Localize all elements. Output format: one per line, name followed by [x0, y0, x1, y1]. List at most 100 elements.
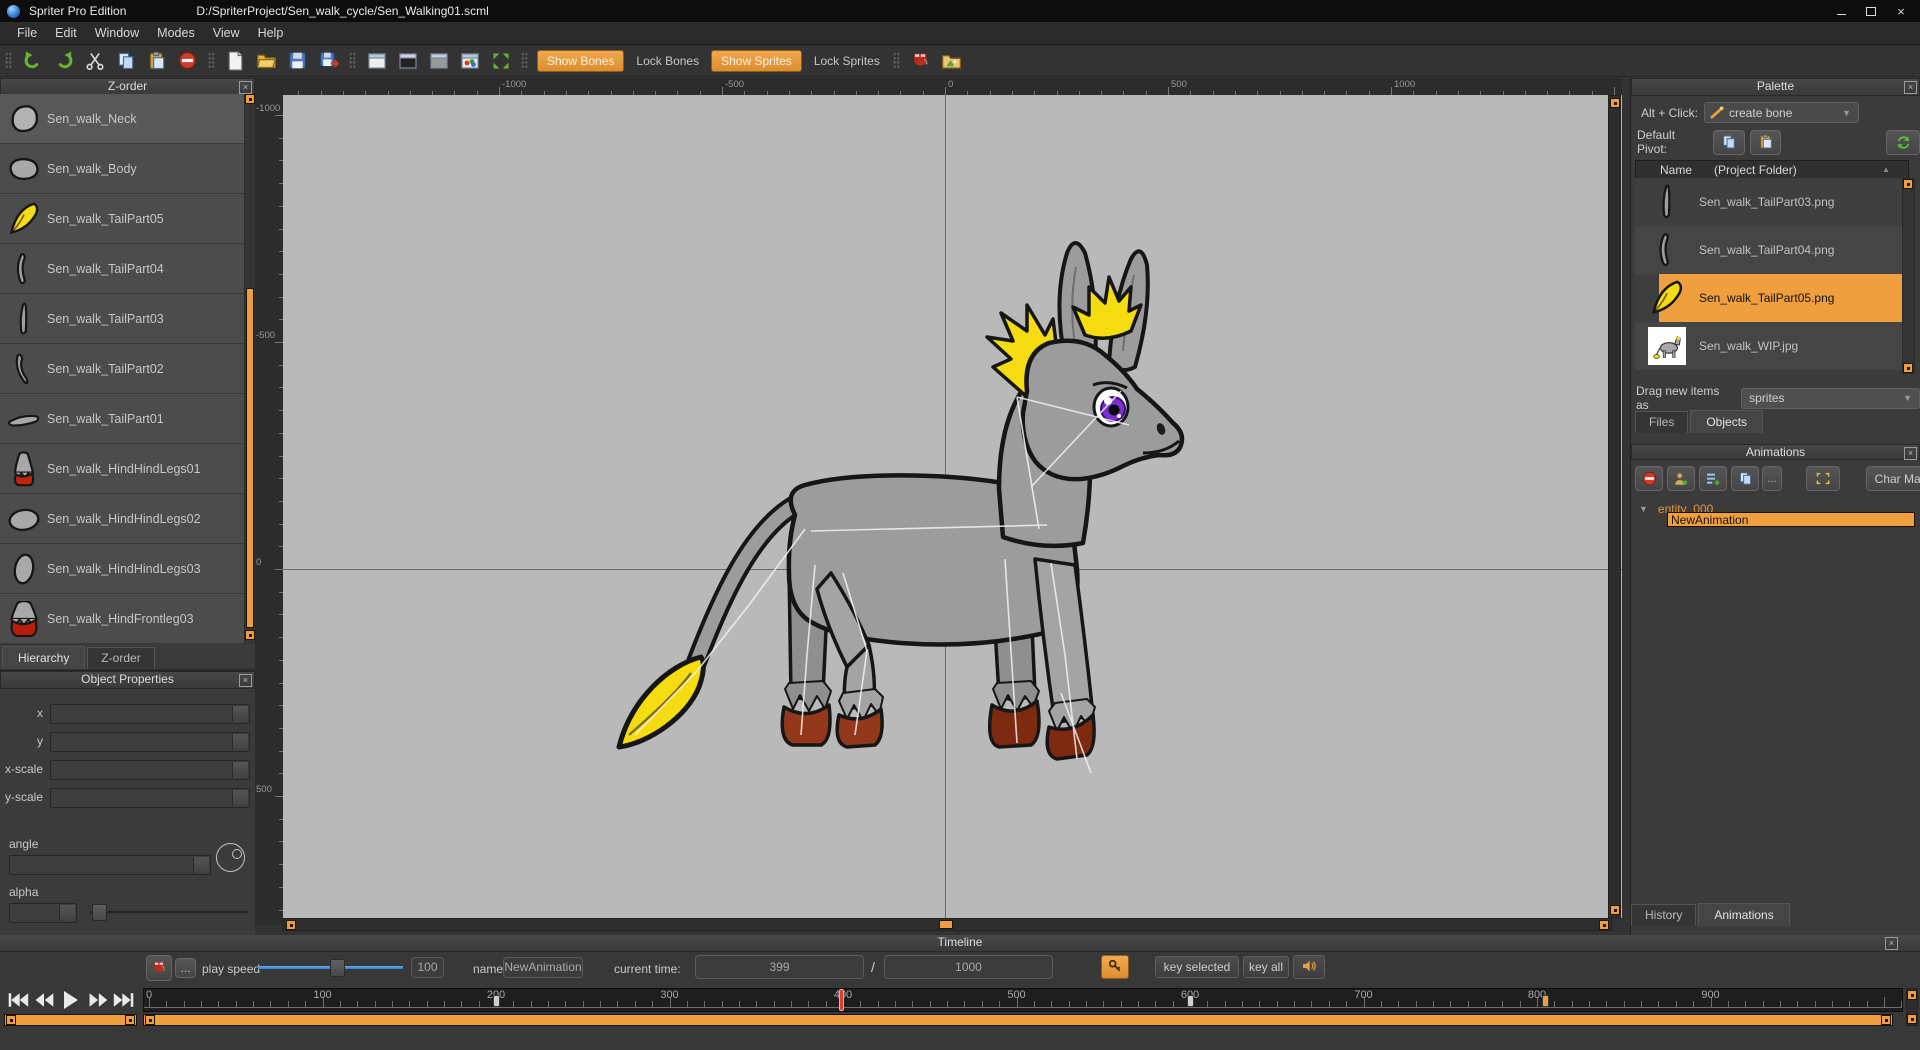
- alpha-slider-track[interactable]: [90, 911, 248, 913]
- current-time-input[interactable]: 399: [695, 955, 864, 979]
- menu-modes[interactable]: Modes: [148, 23, 204, 43]
- timeline-ruler[interactable]: 0100200300400500600700800900: [143, 988, 1903, 1012]
- timeline-close-icon[interactable]: ×: [1885, 937, 1898, 950]
- palette-file-item[interactable]: Sen_walk_TailPart05.png: [1635, 274, 1907, 322]
- toolbar-grip[interactable]: [521, 52, 528, 69]
- zorder-item[interactable]: Sen_walk_HindHindLegs02: [0, 494, 255, 544]
- open-file-button[interactable]: [253, 48, 280, 74]
- fit-view-button[interactable]: [487, 48, 514, 74]
- toolbar-grip[interactable]: [5, 52, 12, 69]
- animations-more-button[interactable]: ...: [1762, 466, 1782, 491]
- char-maps-button[interactable]: Char Maps: [1866, 466, 1920, 491]
- sound-button[interactable]: [1293, 955, 1325, 979]
- auto-key-button[interactable]: [1101, 955, 1129, 979]
- paste-button[interactable]: [143, 48, 170, 74]
- timeline-header[interactable]: Timeline ×: [0, 935, 1920, 952]
- alpha-spinner[interactable]: [59, 905, 75, 921]
- y-scale-spinner[interactable]: [232, 790, 248, 806]
- palette-tab-files[interactable]: Files: [1635, 411, 1688, 433]
- import-images-button[interactable]: [938, 48, 965, 74]
- lock-bones-toggle[interactable]: Lock Bones: [636, 54, 699, 68]
- timeline-playhead[interactable]: [839, 989, 844, 1011]
- zorder-item[interactable]: Sen_walk_TailPart01: [0, 394, 255, 444]
- zorder-item[interactable]: Sen_walk_HindFrontleg03: [0, 594, 255, 644]
- timeline-vertical-scrollbar[interactable]: [1906, 988, 1918, 1026]
- playback-range-left-handle[interactable]: [6, 1015, 16, 1025]
- snapping-button[interactable]: [907, 48, 934, 74]
- window-layout4-button[interactable]: [456, 48, 483, 74]
- menu-help[interactable]: Help: [249, 23, 293, 43]
- key-selected-button[interactable]: key selected: [1155, 956, 1239, 978]
- canvas-horizontal-scrollbar[interactable]: [283, 918, 1612, 931]
- palette-panel-header[interactable]: Palette ×: [1631, 78, 1920, 96]
- alpha-slider-handle[interactable]: [92, 904, 107, 921]
- new-file-button[interactable]: [222, 48, 249, 74]
- menu-file[interactable]: File: [8, 23, 46, 43]
- alt-click-dropdown[interactable]: create bone ▼: [1704, 102, 1859, 123]
- cut-button[interactable]: [81, 48, 108, 74]
- window-layout1-button[interactable]: [363, 48, 390, 74]
- timeline-vscroll-down-button[interactable]: [1907, 1014, 1917, 1024]
- pivot-paste-button[interactable]: [1750, 130, 1782, 155]
- angle-field[interactable]: [9, 855, 211, 875]
- save-as-button[interactable]: [315, 48, 342, 74]
- timeline-key-marker[interactable]: [1187, 995, 1194, 1007]
- file-scroll-down-button[interactable]: [1903, 363, 1913, 373]
- animations-close-icon[interactable]: ×: [1904, 447, 1917, 460]
- palette-file-item[interactable]: Sen_walk_WIP.jpg: [1635, 322, 1907, 370]
- canvas-vertical-scrollbar[interactable]: [1608, 95, 1621, 918]
- toolbar-grip[interactable]: [349, 52, 356, 69]
- redo-button[interactable]: [50, 48, 77, 74]
- zorder-scroll-down-button[interactable]: [245, 630, 255, 640]
- menu-window[interactable]: Window: [86, 23, 148, 43]
- playback-range-right-handle[interactable]: [125, 1015, 135, 1025]
- minimize-button[interactable]: [1826, 0, 1856, 22]
- canvas-hscroll-left-button[interactable]: [286, 920, 296, 930]
- angle-dial[interactable]: [216, 843, 245, 872]
- zorder-close-icon[interactable]: ×: [239, 81, 252, 94]
- lock-sprites-toggle[interactable]: Lock Sprites: [814, 54, 880, 68]
- zorder-scroll-thumb[interactable]: [246, 288, 254, 628]
- zorder-item[interactable]: Sen_walk_TailPart05: [0, 194, 255, 244]
- add-animation-button[interactable]: [1699, 466, 1727, 491]
- zorder-item[interactable]: Sen_walk_HindHindLegs01: [0, 444, 255, 494]
- canvas-character-sprite[interactable]: [619, 243, 1182, 773]
- palette-file-item[interactable]: Sen_walk_TailPart04.png: [1635, 226, 1907, 274]
- canvas-viewport[interactable]: [283, 95, 1622, 918]
- close-button[interactable]: ×: [1886, 0, 1916, 22]
- go-to-start-button[interactable]: [5, 988, 30, 1012]
- alpha-field[interactable]: [9, 903, 77, 923]
- maximize-button[interactable]: [1856, 0, 1886, 22]
- angle-spinner[interactable]: [193, 857, 209, 873]
- zorder-item[interactable]: Sen_walk_Body: [0, 144, 255, 194]
- donkey-hoof[interactable]: [782, 705, 830, 745]
- zorder-scrollbar[interactable]: [244, 94, 255, 644]
- timeline-hscroll-left-handle[interactable]: [145, 1015, 155, 1025]
- sort-arrow-icon[interactable]: ▲: [1882, 165, 1890, 174]
- menu-view[interactable]: View: [204, 23, 249, 43]
- object-properties-header[interactable]: Object Properties ×: [0, 671, 255, 689]
- canvas-hscroll-right-button[interactable]: [1599, 920, 1609, 930]
- zorder-item[interactable]: Sen_walk_TailPart02: [0, 344, 255, 394]
- playback-range-bar[interactable]: [4, 1014, 137, 1026]
- toolbar-grip[interactable]: [893, 52, 900, 69]
- canvas-vscroll-up-button[interactable]: [1610, 98, 1620, 108]
- palette-tab-objects[interactable]: Objects: [1690, 410, 1763, 433]
- play-speed-value[interactable]: 100: [411, 957, 444, 978]
- undo-button[interactable]: [19, 48, 46, 74]
- window-layout3-button[interactable]: [425, 48, 452, 74]
- show-sprites-toggle[interactable]: Show Sprites: [711, 50, 802, 72]
- go-to-end-button[interactable]: [111, 988, 136, 1012]
- key-all-button[interactable]: key all: [1243, 956, 1289, 978]
- add-entity-button[interactable]: [1667, 466, 1695, 491]
- show-bones-toggle[interactable]: Show Bones: [537, 50, 624, 72]
- x-scale-spinner[interactable]: [232, 762, 248, 778]
- tab-z-order[interactable]: Z-order: [87, 647, 154, 669]
- tree-expand-icon[interactable]: ▼: [1639, 504, 1648, 514]
- tab-hierarchy[interactable]: Hierarchy: [2, 646, 85, 669]
- pivot-copy-button[interactable]: [1713, 130, 1745, 155]
- timeline-hscroll-right-handle[interactable]: [1881, 1015, 1891, 1025]
- file-list-header[interactable]: Name (Project Folder) ▲: [1635, 160, 1909, 179]
- total-time-input[interactable]: 1000: [884, 955, 1053, 979]
- toolbar-grip[interactable]: [208, 52, 215, 69]
